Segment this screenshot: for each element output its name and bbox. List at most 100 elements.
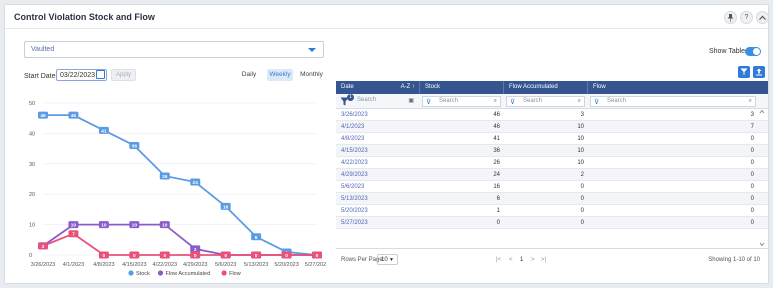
data-label: 0 <box>194 253 197 259</box>
calendar-icon[interactable]: ▣ <box>408 97 414 104</box>
filter-icon[interactable]: ⊽ <box>426 98 431 106</box>
data-label: 10 <box>132 223 138 229</box>
showing-count: Showing 1-10 of 10 <box>708 257 760 263</box>
column-header-flow-accumulated[interactable]: Flow Accumulated <box>504 81 588 94</box>
data-label: 41 <box>101 128 107 134</box>
rows-per-page-select[interactable]: 10 ▼ <box>377 254 398 265</box>
series-line-flow-accumulated <box>42 223 317 256</box>
x-tick-label: 4/29/2023 <box>183 262 207 268</box>
cell-date[interactable]: 5/6/2023 <box>341 181 419 193</box>
cell-flow-accumulated: 0 <box>580 184 584 190</box>
card-header: Control Violation Stock and Flow ? <box>5 5 769 29</box>
cell-date[interactable]: 5/13/2023 <box>341 193 419 205</box>
column-label: Date <box>341 84 354 90</box>
table-footer: Rows Per Page: 10 ▼ |< < 1 > >| Showing … <box>336 248 768 270</box>
x-tick-label: 5/6/2023 <box>215 262 236 268</box>
cell-flow: 0 <box>750 208 754 214</box>
cell-stock: 41 <box>493 136 500 142</box>
y-tick-label: 30 <box>29 162 35 168</box>
table-row[interactable]: 5/27/2023 0 0 0 <box>336 217 768 229</box>
last-page-icon[interactable]: >| <box>541 257 546 263</box>
cell-stock: 46 <box>493 112 500 118</box>
search-icon: ⌕ <box>748 98 752 104</box>
data-label: 6 <box>255 235 258 241</box>
table-row[interactable]: 4/1/2023 46 10 7 <box>336 121 768 133</box>
apply-button[interactable]: Apply <box>111 69 136 81</box>
filter-icon[interactable]: ⊽ <box>594 98 599 106</box>
cell-date[interactable]: 5/20/2023 <box>341 205 419 217</box>
table-row[interactable]: 5/20/2023 1 0 0 <box>336 205 768 217</box>
cell-date[interactable]: 4/8/2023 <box>341 133 419 145</box>
data-label: 46 <box>40 113 46 119</box>
x-tick-label: 3/26/2023 <box>31 262 55 268</box>
cell-date[interactable]: 4/29/2023 <box>341 169 419 181</box>
cell-flow-accumulated: 0 <box>580 220 584 226</box>
chevron-up-icon[interactable] <box>756 11 769 24</box>
column-header-flow[interactable]: Flow <box>588 81 768 94</box>
filter-icon[interactable]: ⊽ <box>510 98 515 106</box>
period-daily-button[interactable]: Daily <box>239 69 259 81</box>
cell-flow: 0 <box>750 196 754 202</box>
x-tick-label: 4/15/2023 <box>122 262 146 268</box>
filter-count-badge: 1 <box>347 94 354 101</box>
table-row[interactable]: 4/8/2023 41 10 0 <box>336 133 768 145</box>
data-label: 0 <box>255 253 258 259</box>
y-tick-label: 20 <box>29 192 35 198</box>
data-label: 10 <box>71 223 77 229</box>
period-weekly-button[interactable]: Weekly <box>267 69 293 81</box>
cell-flow: 0 <box>750 136 754 142</box>
stock-filter-input[interactable]: ⊽ Search ⌕ <box>422 96 501 107</box>
table-row[interactable]: 5/13/2023 6 0 0 <box>336 193 768 205</box>
cell-flow: 0 <box>750 184 754 190</box>
column-header-date[interactable]: Date A-Z ↑ <box>336 81 420 94</box>
flow-accumulated-filter-input[interactable]: ⊽ Search ⌕ <box>506 96 585 107</box>
table-row[interactable]: 4/15/2023 36 10 0 <box>336 145 768 157</box>
cell-date[interactable]: 4/22/2023 <box>341 157 419 169</box>
x-tick-label: 5/20/2023 <box>274 262 298 268</box>
stock-flow-chart: 010203040503/26/2023 4/1/2023 4/8/2023 4/15… <box>29 101 326 277</box>
x-tick-label: 4/22/2023 <box>153 262 177 268</box>
calendar-icon[interactable] <box>96 70 105 79</box>
flow-filter-input[interactable]: ⊽ Search ⌕ <box>590 96 756 107</box>
scrollbar[interactable] <box>759 109 765 247</box>
show-table-toggle[interactable] <box>745 47 761 56</box>
first-page-icon[interactable]: |< <box>496 257 501 263</box>
cell-flow: 0 <box>750 160 754 166</box>
table-row[interactable]: 3/26/2023 46 3 3 <box>336 109 768 121</box>
help-icon[interactable]: ? <box>740 11 753 24</box>
data-label: 0 <box>224 253 227 259</box>
data-label: 10 <box>101 223 107 229</box>
data-label: 0 <box>285 253 288 259</box>
cell-date[interactable]: 4/15/2023 <box>341 145 419 157</box>
filter-clear-icon[interactable] <box>738 66 750 78</box>
y-tick-label: 10 <box>29 223 35 229</box>
cell-flow: 0 <box>750 172 754 178</box>
legend-label: Stock <box>136 271 150 277</box>
series-line-stock <box>43 114 318 256</box>
cell-date[interactable]: 4/1/2023 <box>341 121 419 133</box>
filter-badge-icon[interactable]: 1 <box>340 94 354 107</box>
sort-az-icon[interactable]: A-Z ↑ <box>401 81 415 94</box>
period-monthly-button[interactable]: Monthly <box>298 69 325 81</box>
export-icon[interactable] <box>753 66 765 78</box>
cell-stock: 6 <box>496 196 500 202</box>
pin-icon[interactable] <box>724 11 737 24</box>
table-row[interactable]: 4/29/2023 24 2 0 <box>336 169 768 181</box>
cell-flow: 0 <box>750 220 754 226</box>
legend-marker <box>221 270 227 276</box>
state-dropdown[interactable]: Vaulted <box>24 41 324 58</box>
cell-date[interactable]: 5/27/2023 <box>341 217 419 229</box>
next-page-icon[interactable]: > <box>531 257 535 263</box>
search-icon: ⌕ <box>577 98 581 104</box>
y-tick-label: 50 <box>29 101 35 107</box>
control-violation-card: Control Violation Stock and Flow ? Vault… <box>4 4 769 284</box>
cell-stock: 16 <box>493 184 500 190</box>
prev-page-icon[interactable]: < <box>509 257 513 263</box>
date-filter-input[interactable]: Search ▣ <box>355 96 417 107</box>
column-header-stock[interactable]: Stock <box>420 81 504 94</box>
table-row[interactable]: 5/6/2023 16 0 0 <box>336 181 768 193</box>
filter-row: 1 Search ▣ ⊽ Search ⌕ ⊽ Search ⌕ ⊽ Searc… <box>336 94 768 109</box>
table-row[interactable]: 4/22/2023 26 10 0 <box>336 157 768 169</box>
cell-date[interactable]: 3/26/2023 <box>341 109 419 121</box>
data-label: 0 <box>133 253 136 259</box>
